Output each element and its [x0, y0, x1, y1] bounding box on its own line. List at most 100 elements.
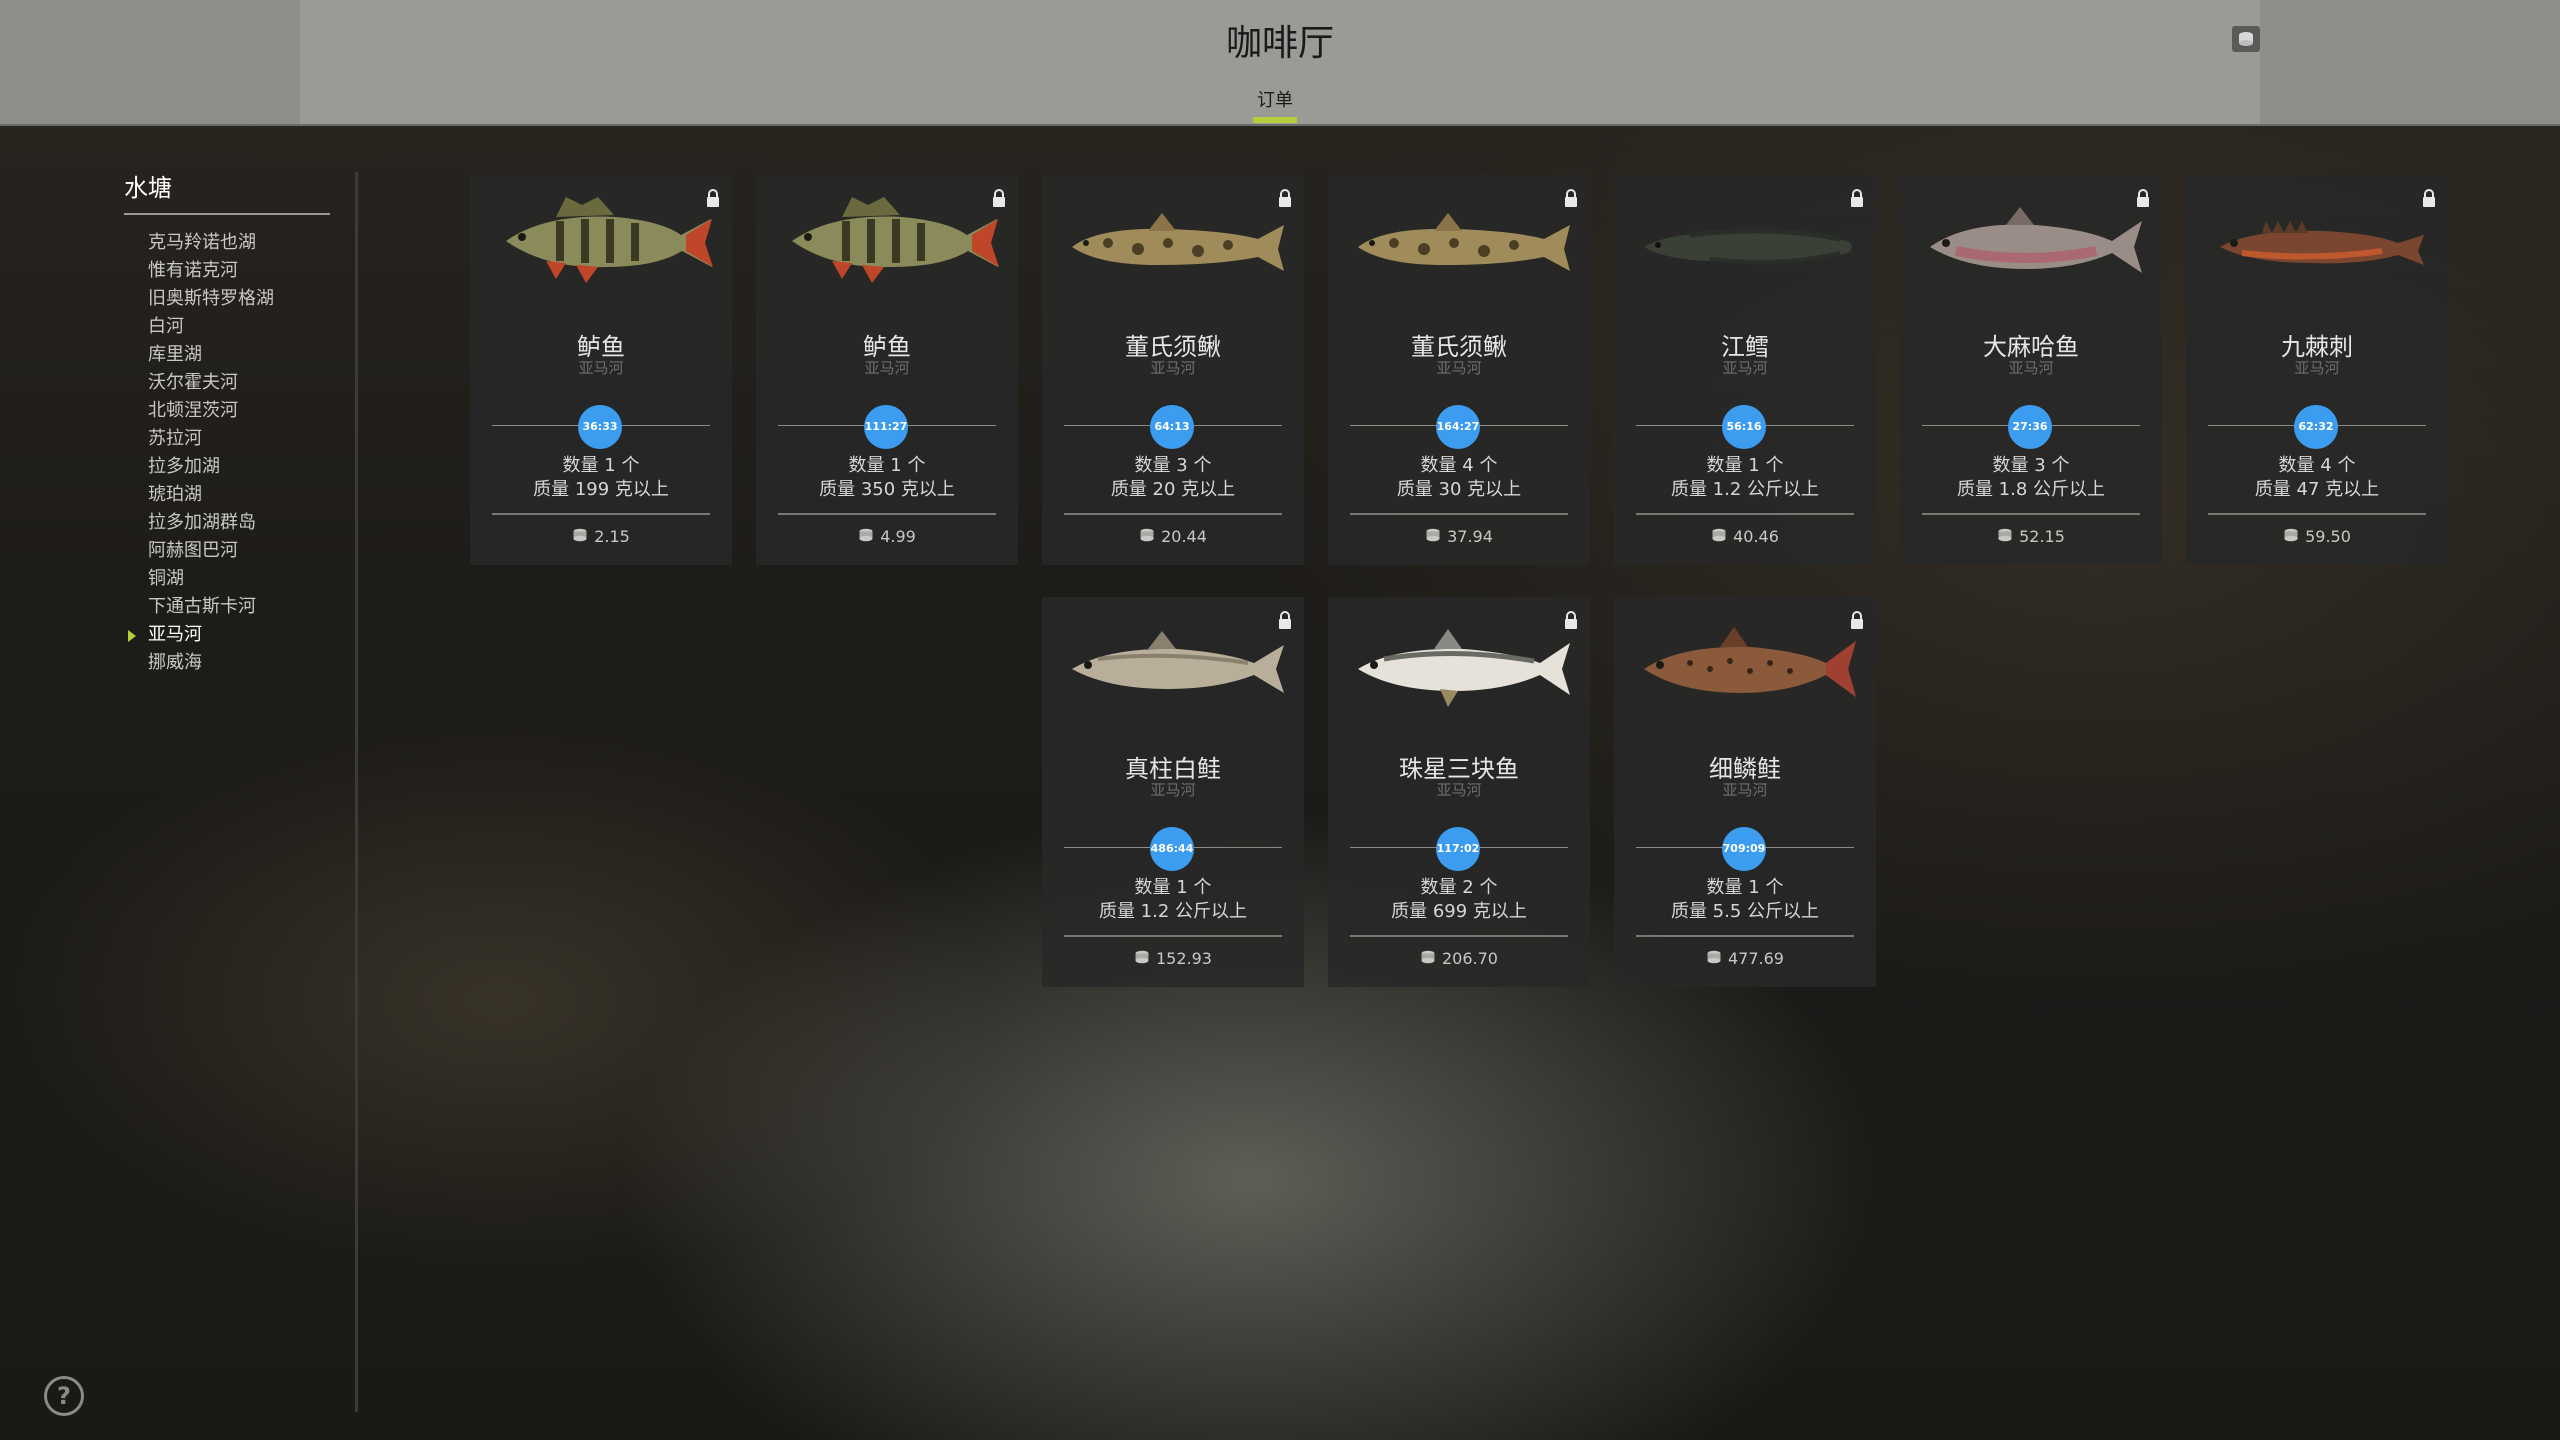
timer-badge: 111:27	[864, 405, 908, 449]
order-card[interactable]: 董氏须鳅 亚马河 164:27 数量 4 个质量 30 克以上 37.94	[1328, 175, 1590, 565]
order-card[interactable]: 大麻哈鱼 亚马河 27:36 数量 3 个质量 1.8 公斤以上 52.15	[1900, 175, 2162, 565]
sidebar-item[interactable]: 铜湖	[124, 565, 330, 593]
sidebar-item-label: 苏拉河	[148, 428, 202, 449]
quantity-text: 数量 4 个	[2278, 455, 2356, 476]
sidebar-item-label: 铜湖	[148, 568, 184, 589]
sidebar-item-label: 沃尔霍夫河	[148, 372, 238, 393]
price-divider	[1636, 513, 1854, 515]
header-divider	[0, 124, 2560, 126]
price-value: 52.15	[2019, 527, 2065, 546]
timer-badge: 62:32	[2294, 405, 2338, 449]
price-divider	[778, 513, 996, 515]
price-divider	[492, 513, 710, 515]
coin-icon	[1711, 527, 1727, 546]
sidebar-item[interactable]: 库里湖	[124, 341, 330, 369]
sidebar-item[interactable]: 琥珀湖	[124, 481, 330, 509]
price-value: 20.44	[1161, 527, 1207, 546]
timer-badge: 709:09	[1722, 827, 1766, 871]
price-value: 206.70	[1442, 949, 1498, 968]
order-card[interactable]: 九棘刺 亚马河 62:32 数量 4 个质量 47 克以上 59.50	[2186, 175, 2448, 565]
timer-badge: 27:36	[2008, 405, 2052, 449]
sidebar-item-label: 拉多加湖群岛	[148, 512, 256, 533]
price: 40.46	[1614, 527, 1876, 546]
tab-orders[interactable]: 订单	[1230, 86, 1320, 112]
selected-arrow-icon	[128, 630, 136, 642]
price-divider	[1064, 513, 1282, 515]
price: 2.15	[470, 527, 732, 546]
mass-text: 质量 199 克以上	[533, 479, 669, 500]
price-divider	[1350, 935, 1568, 937]
price-divider	[2208, 513, 2426, 515]
sidebar-item[interactable]: 拉多加湖群岛	[124, 509, 330, 537]
fish-location: 亚马河	[1436, 359, 1482, 377]
coin-icon	[1139, 527, 1155, 546]
price-divider	[1350, 513, 1568, 515]
fish-location: 亚马河	[1722, 359, 1768, 377]
sidebar-item-label: 阿赫图巴河	[148, 540, 238, 561]
order-card[interactable]: 珠星三块鱼 亚马河 117:02 数量 2 个质量 699 克以上 206.70	[1328, 597, 1590, 987]
help-icon[interactable]: ?	[44, 1376, 84, 1416]
fish-location: 亚马河	[864, 359, 910, 377]
fish-image	[1344, 191, 1574, 287]
sidebar-item[interactable]: 阿赫图巴河	[124, 537, 330, 565]
order-card[interactable]: 董氏须鳅 亚马河 64:13 数量 3 个质量 20 克以上 20.44	[1042, 175, 1304, 565]
sidebar-item[interactable]: 白河	[124, 313, 330, 341]
sidebar-item[interactable]: 下通古斯卡河	[124, 593, 330, 621]
price: 477.69	[1614, 949, 1876, 968]
price-value: 40.46	[1733, 527, 1779, 546]
order-card[interactable]: 细鳞鲑 亚马河 709:09 数量 1 个质量 5.5 公斤以上 477.69	[1614, 597, 1876, 987]
fish-location: 亚马河	[2008, 359, 2054, 377]
quantity-text: 数量 3 个	[1992, 455, 2070, 476]
sidebar-item[interactable]: 挪威海	[124, 649, 330, 677]
price: 59.50	[2186, 527, 2448, 546]
coin-icon	[1134, 949, 1150, 968]
sidebar-item[interactable]: 亚马河	[124, 621, 330, 649]
timer-badge: 64:13	[1150, 405, 1194, 449]
sidebar-item-label: 白河	[148, 316, 184, 337]
mass-text: 质量 350 克以上	[819, 479, 955, 500]
sidebar-item-label: 拉多加湖	[148, 456, 220, 477]
sidebar-item[interactable]: 北顿涅茨河	[124, 397, 330, 425]
sidebar-item[interactable]: 惟有诺克河	[124, 257, 330, 285]
coin-icon	[572, 527, 588, 546]
quantity-text: 数量 1 个	[562, 455, 640, 476]
mass-text: 质量 1.2 公斤以上	[1670, 479, 1820, 500]
sidebar-item[interactable]: 沃尔霍夫河	[124, 369, 330, 397]
mass-text: 质量 1.8 公斤以上	[1956, 479, 2106, 500]
coin-icon	[2283, 527, 2299, 546]
sidebar-item[interactable]: 苏拉河	[124, 425, 330, 453]
order-card[interactable]: 鲈鱼 亚马河 36:33 数量 1 个质量 199 克以上 2.15	[470, 175, 732, 565]
price-divider	[1064, 935, 1282, 937]
page-title: 咖啡厅	[1225, 23, 1334, 64]
tab-active-indicator	[1253, 117, 1297, 123]
sidebar-list: 克马羚诺也湖 惟有诺克河旧奥斯特罗格湖白河库里湖沃尔霍夫河北顿涅茨河苏拉河拉多加湖…	[124, 229, 330, 677]
timer-badge: 117:02	[1436, 827, 1480, 871]
price-value: 477.69	[1728, 949, 1784, 968]
order-card[interactable]: 真柱白鲑 亚马河 486:44 数量 1 个质量 1.2 公斤以上 152.93	[1042, 597, 1304, 987]
fish-image	[1916, 191, 2146, 287]
wallet-icon[interactable]	[2232, 26, 2260, 52]
sidebar-item[interactable]: 克马羚诺也湖	[124, 229, 330, 257]
sidebar-item[interactable]: 旧奥斯特罗格湖	[124, 285, 330, 313]
fish-image	[1630, 191, 1860, 287]
order-card[interactable]: 鲈鱼 亚马河 111:27 数量 1 个质量 350 克以上 4.99	[756, 175, 1018, 565]
quantity-text: 数量 1 个	[848, 455, 926, 476]
order-card[interactable]: 江鳕 亚马河 56:16 数量 1 个质量 1.2 公斤以上 40.46	[1614, 175, 1876, 565]
sidebar-item-label: 克马羚诺也湖	[148, 232, 256, 253]
sidebar-item-label: 下通古斯卡河	[148, 596, 256, 617]
price-value: 152.93	[1156, 949, 1212, 968]
fish-image	[1630, 613, 1860, 709]
sidebar-divider	[355, 172, 358, 1412]
timer-badge: 164:27	[1436, 405, 1480, 449]
sidebar-item[interactable]: 拉多加湖	[124, 453, 330, 481]
price-value: 2.15	[594, 527, 630, 546]
sidebar-item-label: 惟有诺克河	[148, 260, 238, 281]
fish-image	[1058, 613, 1288, 709]
price-divider	[1636, 935, 1854, 937]
sidebar: 水塘 克马羚诺也湖 惟有诺克河 旧奥斯特罗格湖 白河 库里湖 沃尔霍夫河 北顿涅茨河 苏拉河拉…	[124, 168, 330, 677]
mass-text: 质量 20 克以上	[1110, 479, 1236, 500]
sidebar-item-label: 挪威海	[148, 652, 202, 673]
price: 152.93	[1042, 949, 1304, 968]
mass-text: 质量 5.5 公斤以上	[1670, 901, 1820, 922]
fish-image	[772, 191, 1002, 287]
